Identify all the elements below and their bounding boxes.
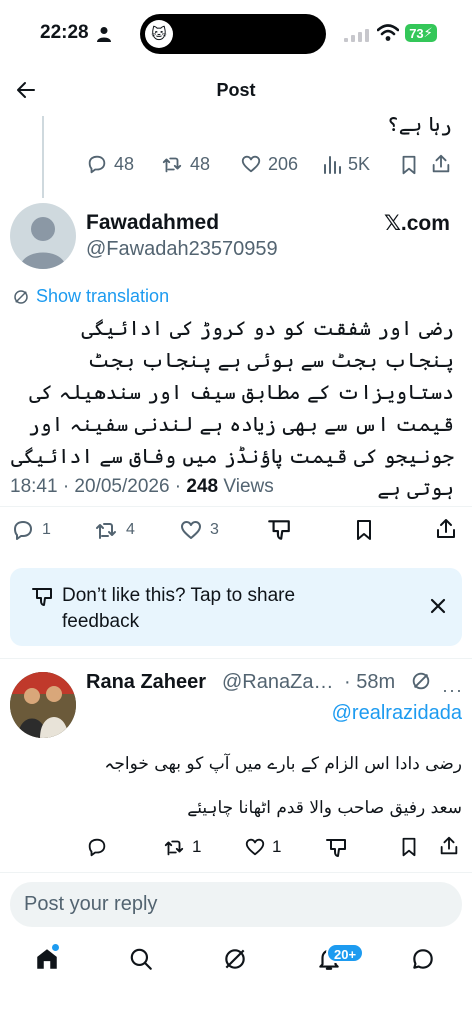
reply-reply-button[interactable] <box>86 836 108 858</box>
thread-line <box>42 116 44 198</box>
post-meta: 18:41 · 20/05/2026 · 248 Views <box>10 476 274 498</box>
reply-repost-button[interactable]: 1 <box>162 836 201 858</box>
prev-view-count: 5K <box>348 153 371 174</box>
author-display-name[interactable]: Fawadahmed <box>86 211 219 235</box>
prev-reply-button[interactable]: 48 <box>86 153 134 175</box>
like-icon <box>241 155 261 173</box>
app-activity-icon: 🐱 <box>145 20 173 48</box>
like-button[interactable]: 3 <box>178 518 219 542</box>
show-translation-link[interactable]: Show translation <box>12 286 169 307</box>
bookmark-icon[interactable] <box>352 518 376 542</box>
divider <box>0 506 472 507</box>
close-icon[interactable] <box>430 598 446 614</box>
reply-avatar[interactable] <box>10 672 76 738</box>
avatar[interactable] <box>10 203 76 269</box>
reply-icon <box>88 838 106 857</box>
grok-icon[interactable] <box>410 670 432 692</box>
share-icon[interactable] <box>430 153 452 175</box>
repost-button[interactable]: 4 <box>92 518 135 542</box>
messages-icon[interactable] <box>410 946 436 972</box>
reply-avatar-photo <box>10 672 76 738</box>
dislike-icon[interactable] <box>324 836 348 860</box>
prev-like-count: 206 <box>268 153 299 174</box>
reply-count: 1 <box>42 521 51 538</box>
repost-icon <box>162 157 182 173</box>
reply-icon <box>88 155 106 174</box>
previous-post-text: رہا ہے؟ <box>387 112 452 136</box>
post-timestamp: 18:41 · 20/05/2026 · <box>10 476 187 497</box>
reply-time: · 58m <box>344 671 396 693</box>
feedback-text[interactable]: Don’t like this? Tap to share feedback <box>62 583 342 635</box>
page-title: Post <box>216 80 256 100</box>
grok-icon[interactable] <box>222 946 248 972</box>
bookmark-icon[interactable] <box>398 154 420 176</box>
like-icon <box>245 838 265 856</box>
reply-like-button[interactable]: 1 <box>244 836 281 858</box>
wifi-icon <box>377 24 399 41</box>
post-views-label: Views <box>218 476 274 497</box>
reply-author-handle[interactable]: @RanaZa… <box>222 671 333 694</box>
author-handle[interactable]: @Fawadah23570959 <box>86 238 278 261</box>
reply-icon <box>14 521 32 540</box>
divider <box>0 658 472 659</box>
reply-input[interactable]: Post your reply <box>10 882 462 927</box>
like-icon <box>181 521 201 539</box>
home-new-indicator <box>52 944 59 951</box>
reply-repost-count: 1 <box>192 837 202 856</box>
like-count: 3 <box>210 521 219 538</box>
bookmark-icon[interactable] <box>398 836 420 858</box>
views-icon <box>324 156 341 174</box>
prev-repost-count: 48 <box>190 153 211 174</box>
reply-body: رضی دادا اس الزام کے بارے میں آپ کو بھی … <box>86 742 462 830</box>
show-translation-label: Show translation <box>36 286 170 306</box>
source-label[interactable]: 𝕏.com <box>384 211 450 236</box>
reply-body-line: رضی دادا اس الزام کے بارے میں آپ کو بھی … <box>104 754 462 774</box>
share-icon[interactable] <box>438 835 460 857</box>
battery-level: 73 <box>409 25 424 41</box>
prev-repost-button[interactable]: 48 <box>160 153 210 175</box>
prev-views[interactable]: 5K <box>322 153 370 175</box>
repost-count: 4 <box>126 521 135 538</box>
repost-icon <box>164 840 184 856</box>
repost-icon <box>96 523 116 539</box>
share-icon[interactable] <box>434 517 458 541</box>
battery-indicator: 73 ⚡ <box>405 24 437 42</box>
prev-like-button[interactable]: 206 <box>240 153 298 175</box>
signal-icon <box>344 29 369 42</box>
dislike-icon[interactable] <box>266 517 292 543</box>
default-avatar-icon <box>20 217 66 269</box>
notifications-badge: 20+ <box>326 943 365 963</box>
status-time: 22:28 <box>40 22 89 43</box>
reply-button[interactable]: 1 <box>10 518 51 542</box>
prev-reply-count: 48 <box>114 153 135 174</box>
post-view-count: 248 <box>186 476 219 497</box>
translate-icon <box>14 289 28 304</box>
search-icon[interactable] <box>128 946 154 972</box>
divider <box>0 872 472 873</box>
reply-body-line: سعد رفیق صاحب والا قدم اٹھانا چاہیئے <box>187 798 462 818</box>
reply-mention-link[interactable]: @realrazidada <box>332 702 462 725</box>
reply-like-count: 1 <box>272 837 282 856</box>
reply-author-name[interactable]: Rana Zaheer <box>86 671 206 694</box>
dislike-icon <box>32 588 52 606</box>
person-focus-icon <box>97 27 111 42</box>
more-options-icon[interactable]: ··· <box>442 680 463 701</box>
